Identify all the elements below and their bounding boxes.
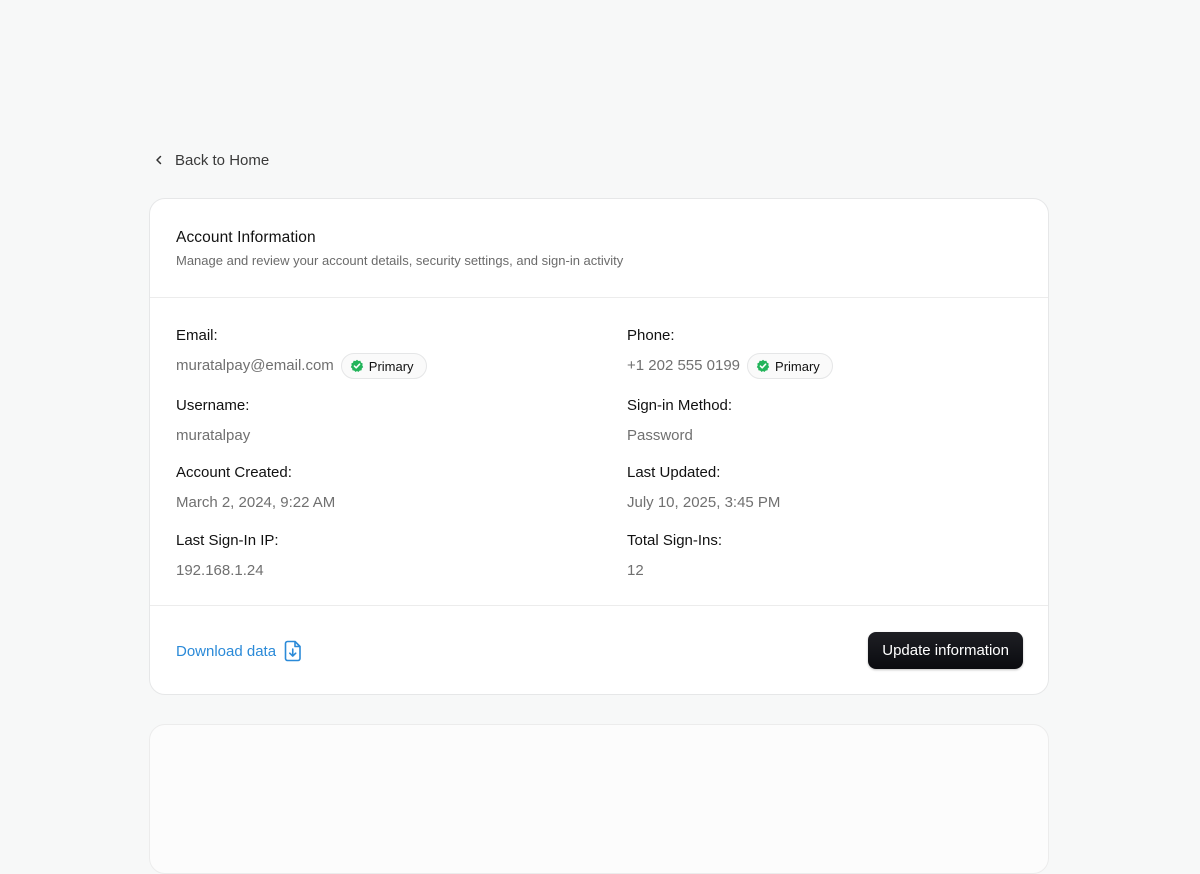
total-signins-field: Total Sign-Ins: 12 — [627, 531, 1027, 584]
total-signins-value: 12 — [627, 562, 644, 579]
username-value: muratalpay — [176, 427, 251, 444]
email-badge-label: Primary — [368, 358, 414, 374]
last-signin-ip-value: 192.168.1.24 — [176, 562, 264, 579]
phone-label: Phone: — [627, 327, 675, 344]
file-download-icon — [284, 640, 302, 662]
back-to-home-link[interactable]: Back to Home — [153, 149, 269, 171]
signin-method-value: Password — [627, 427, 693, 444]
last-signin-ip-field: Last Sign-In IP: 192.168.1.24 — [176, 531, 576, 584]
verified-badge-icon — [350, 359, 364, 373]
email-label: Email: — [176, 327, 218, 344]
total-signins-label: Total Sign-Ins: — [627, 532, 723, 549]
phone-badge-label: Primary — [775, 358, 820, 374]
card-header: Account Information Manage and review yo… — [150, 199, 1048, 298]
account-details: Email: muratalpay@email.com Primary Phon… — [150, 298, 1048, 606]
account-information-card: Account Information Manage and review yo… — [149, 198, 1049, 695]
back-to-home-label: Back to Home — [175, 151, 270, 169]
download-data-link[interactable]: Download data — [176, 639, 302, 663]
phone-value: +1 202 555 0199 — [627, 357, 741, 374]
email-field: Email: muratalpay@email.com Primary — [176, 326, 576, 379]
email-value: muratalpay@email.com — [176, 357, 334, 374]
account-created-label: Account Created: — [176, 464, 292, 481]
card-title: Account Information — [176, 229, 316, 246]
last-updated-field: Last Updated: July 10, 2025, 3:45 PM — [627, 463, 1027, 516]
download-data-label: Download data — [176, 642, 277, 660]
account-created-field: Account Created: March 2, 2024, 9:22 AM — [176, 463, 576, 516]
card-footer: Download data Update information — [150, 606, 1048, 694]
account-created-value: March 2, 2024, 9:22 AM — [176, 494, 336, 511]
card-subtitle: Manage and review your account details, … — [176, 253, 624, 268]
secondary-card — [149, 724, 1049, 874]
phone-primary-badge: Primary — [747, 353, 833, 379]
chevron-left-icon — [153, 154, 165, 166]
last-signin-ip-label: Last Sign-In IP: — [176, 532, 279, 549]
phone-field: Phone: +1 202 555 0199 Primary — [627, 326, 1027, 379]
update-information-button[interactable]: Update information — [868, 632, 1023, 669]
verified-badge-icon — [756, 359, 770, 373]
signin-method-field: Sign-in Method: Password — [627, 396, 1027, 449]
last-updated-value: July 10, 2025, 3:45 PM — [627, 494, 781, 511]
username-label: Username: — [176, 397, 250, 414]
email-primary-badge: Primary — [340, 353, 427, 379]
username-field: Username: muratalpay — [176, 396, 576, 449]
signin-method-label: Sign-in Method: — [627, 397, 733, 414]
last-updated-label: Last Updated: — [627, 464, 721, 481]
